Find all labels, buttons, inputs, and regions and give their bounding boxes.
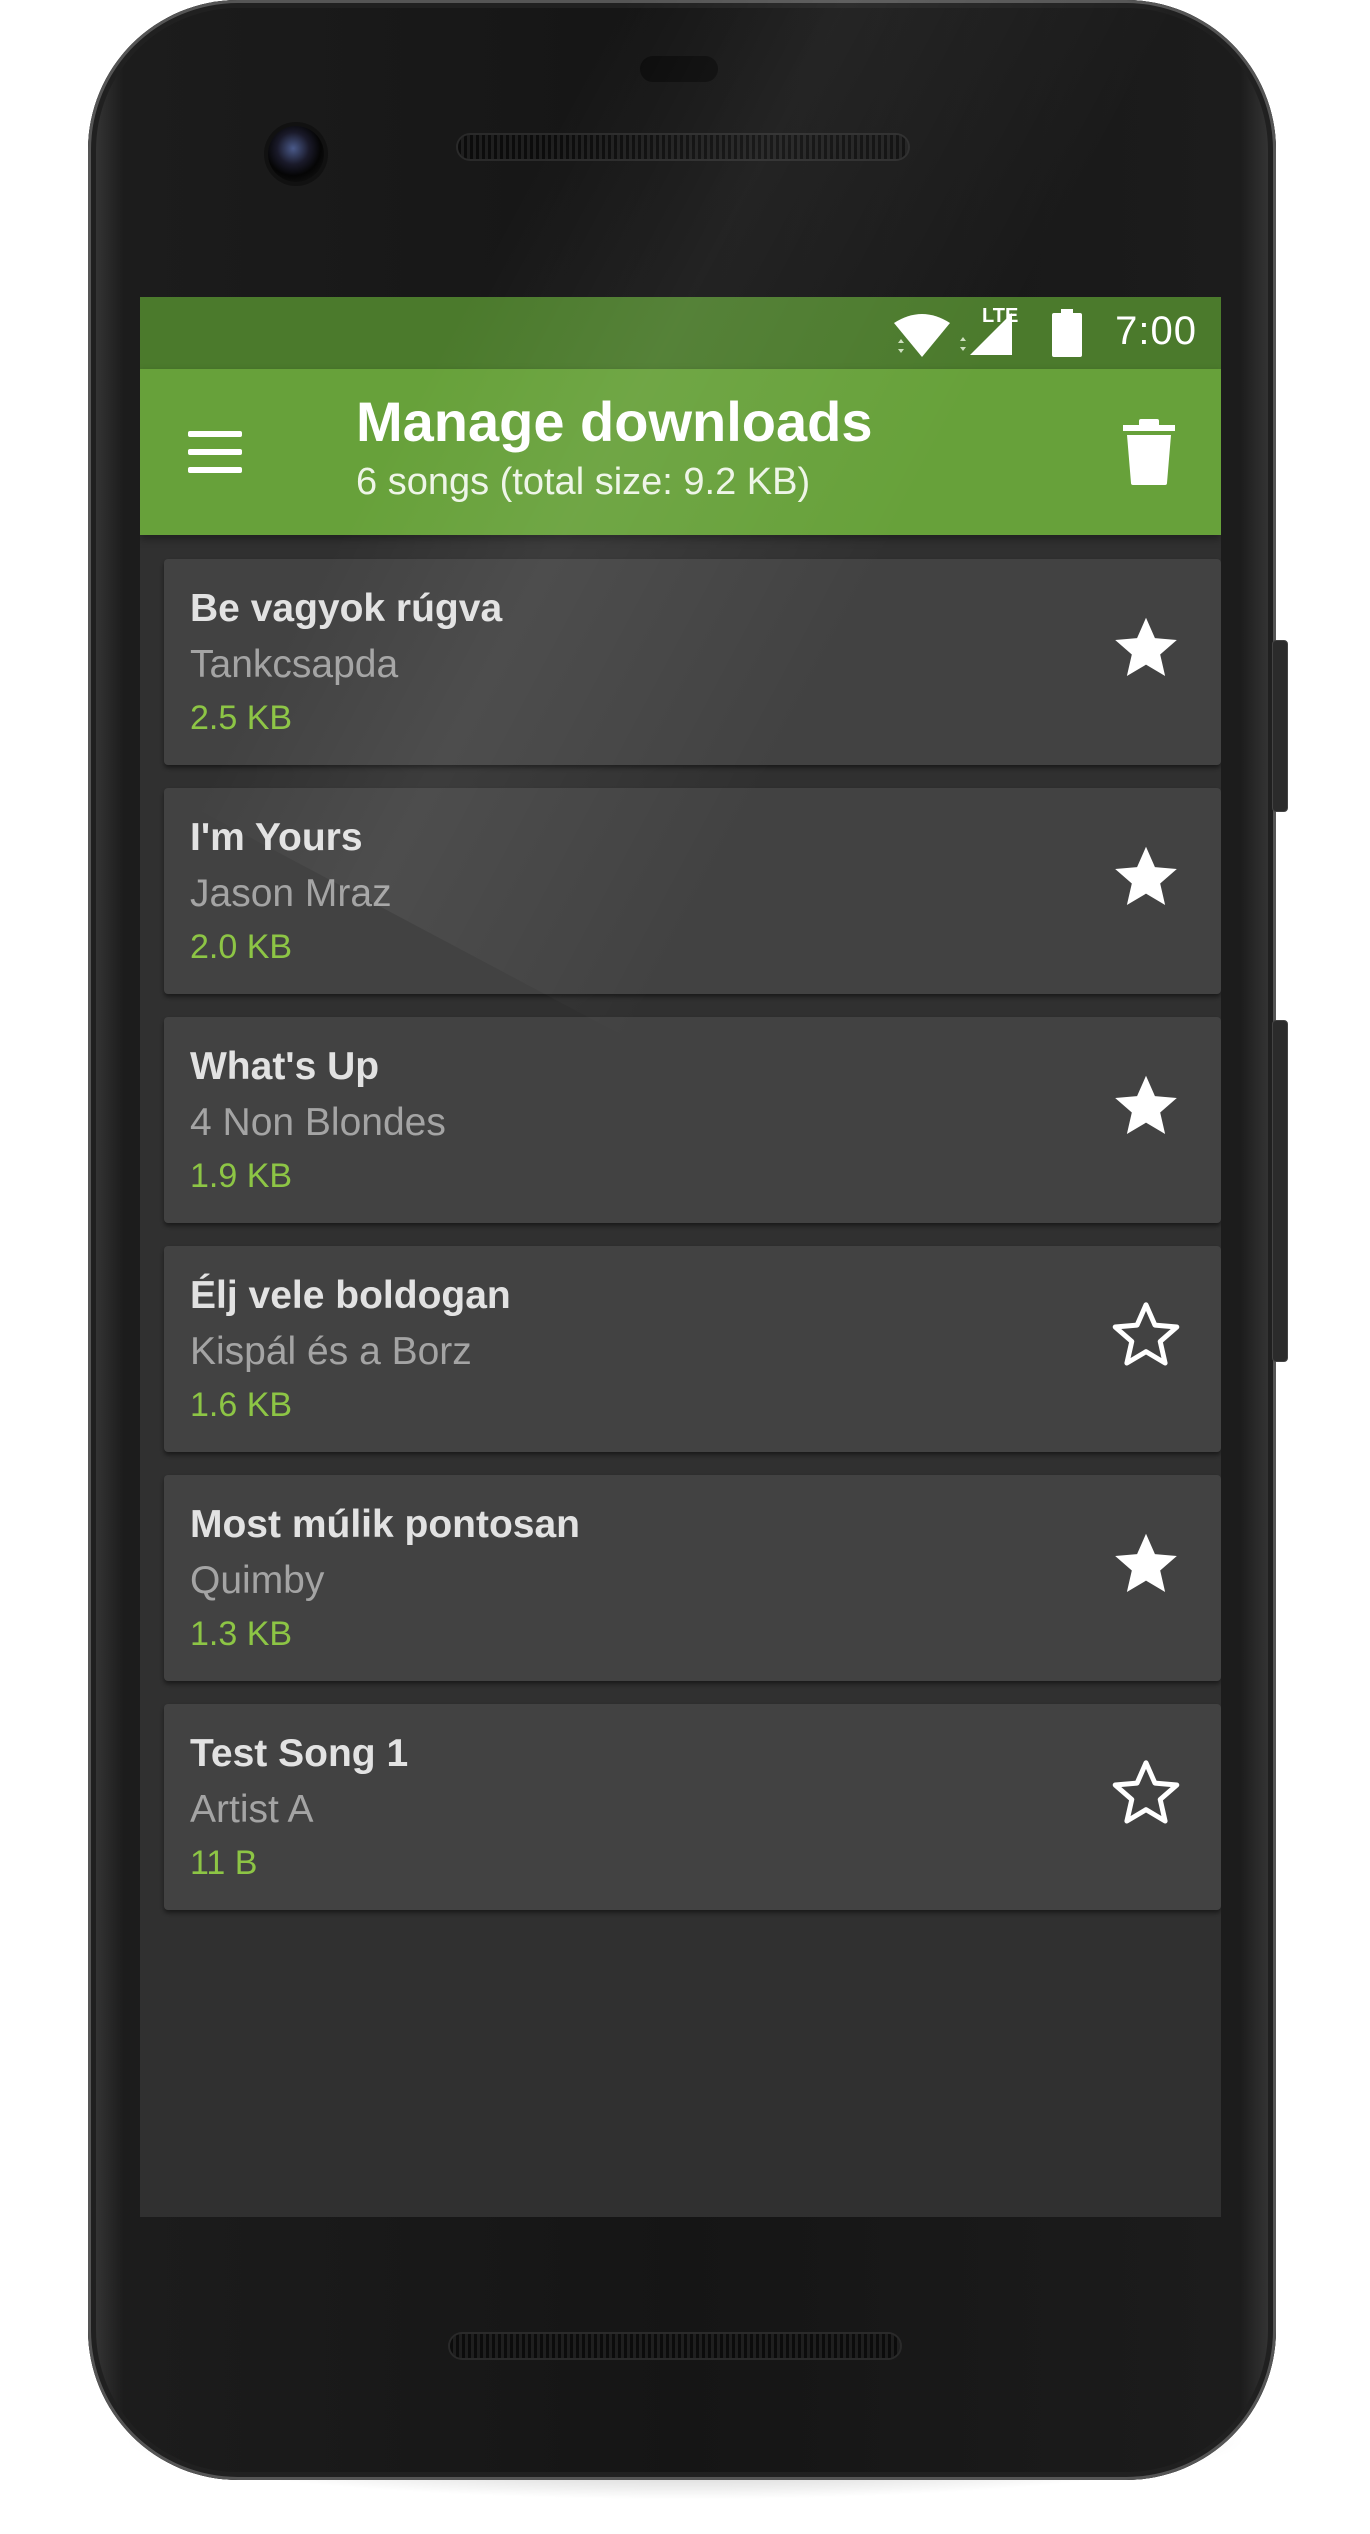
star-filled-icon-shape (1115, 1533, 1177, 1593)
song-card[interactable]: Be vagyok rúgva Tankcsapda 2.5 KB (164, 559, 1221, 765)
song-artist: Kispál és a Borz (190, 1330, 472, 1373)
star-filled-icon[interactable] (1109, 1527, 1183, 1601)
song-title: Élj vele boldogan (190, 1274, 511, 1317)
song-title: Most múlik pontosan (190, 1503, 580, 1546)
page-title: Manage downloads (356, 390, 873, 453)
volume-rocker (1272, 1020, 1288, 1362)
song-title: I'm Yours (190, 816, 363, 859)
song-size: 1.6 KB (190, 1386, 293, 1424)
trash-icon (1123, 419, 1175, 485)
delete-all-button[interactable] (1117, 419, 1181, 485)
page-subtitle: 6 songs (total size: 9.2 KB) (356, 461, 811, 503)
front-camera (268, 126, 324, 182)
song-title: Be vagyok rúgva (190, 587, 503, 630)
hamburger-menu-icon-line (188, 467, 242, 473)
star-filled-icon-shape (1115, 617, 1177, 677)
star-filled-icon-shape (1115, 1075, 1177, 1135)
screen: LTE 7:00 Manage downloads 6 songs (total… (140, 297, 1221, 2217)
song-artist: Quimby (190, 1559, 325, 1602)
hamburger-menu-icon-line (188, 449, 242, 455)
signal-icon (960, 313, 1012, 355)
wifi-icon (894, 314, 950, 357)
song-size: 1.3 KB (190, 1615, 293, 1653)
proximity-sensor (640, 56, 718, 82)
song-size: 2.0 KB (190, 928, 293, 966)
song-artist: 4 Non Blondes (190, 1101, 446, 1144)
song-card[interactable]: Most múlik pontosan Quimby 1.3 KB (164, 1475, 1221, 1681)
star-filled-icon-shape (1115, 846, 1177, 906)
app-bar: Manage downloads 6 songs (total size: 9.… (140, 369, 1221, 535)
song-size: 2.5 KB (190, 699, 293, 737)
star-filled-icon[interactable] (1109, 1069, 1183, 1143)
clock: 7:00 (1115, 309, 1197, 353)
song-card[interactable]: I'm Yours Jason Mraz 2.0 KB (164, 788, 1221, 994)
song-size: 1.9 KB (190, 1157, 293, 1195)
star-outline-icon[interactable] (1109, 1756, 1183, 1830)
star-filled-icon[interactable] (1109, 611, 1183, 685)
song-size: 11 B (190, 1844, 258, 1882)
star-outline-icon-shape (1112, 1302, 1180, 1366)
power-button (1272, 640, 1288, 812)
song-card[interactable]: What's Up 4 Non Blondes 1.9 KB (164, 1017, 1221, 1223)
status-bar: LTE 7:00 (140, 297, 1221, 369)
song-title: What's Up (190, 1045, 380, 1088)
song-card[interactable]: Test Song 1 Artist A 11 B (164, 1704, 1221, 1910)
star-outline-icon[interactable] (1109, 1298, 1183, 1372)
bottom-speaker (450, 2334, 900, 2358)
hamburger-menu-icon (188, 431, 242, 437)
song-artist: Jason Mraz (190, 872, 392, 915)
menu-button[interactable] (180, 419, 246, 485)
earpiece-speaker (458, 135, 908, 159)
song-artist: Artist A (190, 1788, 314, 1831)
battery-icon (1052, 309, 1082, 357)
song-card[interactable]: Élj vele boldogan Kispál és a Borz 1.6 K… (164, 1246, 1221, 1452)
song-artist: Tankcsapda (190, 643, 399, 686)
star-filled-icon[interactable] (1109, 840, 1183, 914)
star-outline-icon-shape (1112, 1760, 1180, 1824)
song-title: Test Song 1 (190, 1732, 409, 1775)
